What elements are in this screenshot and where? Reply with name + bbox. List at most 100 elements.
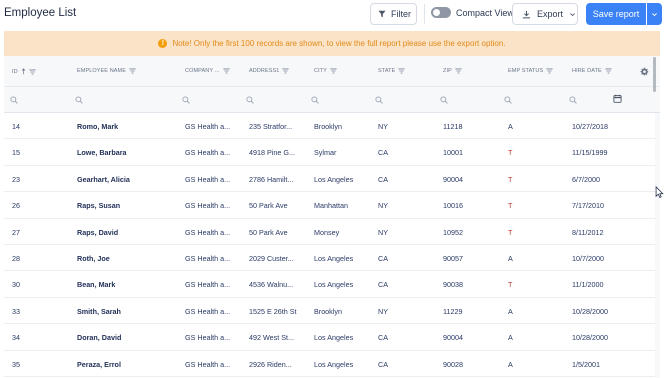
table-row[interactable]: 30 Bean, Mark GS Health a... 4536 Walnu... L… [4, 271, 655, 298]
table-row[interactable]: 14 Romo, Mark GS Health a... 235 Stratfor..… [4, 113, 655, 140]
cell-id: 26 [12, 201, 20, 211]
search-icon[interactable] [375, 96, 383, 104]
table-row[interactable]: 34 Doran, David GS Health a... 492 West St.… [4, 324, 655, 351]
cell-address1: 4536 Walnu... [249, 280, 294, 290]
compact-view-label: Compact View [456, 7, 514, 18]
column-filter-icon[interactable] [222, 68, 230, 74]
column-filter-icon[interactable] [29, 68, 36, 75]
toolbar-divider [424, 4, 425, 24]
cell-address1: 4918 Pine G... [249, 148, 295, 158]
calendar-icon[interactable] [613, 94, 622, 103]
cell-address1: 2786 Hamilt... [249, 174, 294, 184]
table-row[interactable]: 28 Roth, Joe GS Health a... 2029 Custer... L… [4, 245, 655, 272]
table-row[interactable]: 35 Peraza, Errol GS Health a... 2926 Riden.… [4, 351, 655, 377]
cell-employee-name: Gearhart, Alicia [77, 174, 130, 184]
cell-city: Los Angeles [314, 174, 354, 184]
cell-zip: 11218 [443, 122, 463, 131]
column-header-address1[interactable]: ADDRESS1 [249, 68, 290, 74]
cell-id: 35 [12, 359, 20, 369]
column-filter-icon[interactable] [330, 68, 337, 74]
cell-hire-date: 10/28/2000 [572, 306, 608, 316]
search-icon[interactable] [182, 96, 190, 104]
filter-icon [378, 10, 386, 18]
table-header-row: ID EMPLOYEE NAME COMPANY ... ADDRESS1 CI… [4, 56, 660, 87]
cell-hire-date: 8/11/2012 [572, 227, 604, 237]
search-icon[interactable] [246, 96, 254, 104]
cell-address1: 50 Park Ave [249, 227, 288, 237]
page-title: Employee List [4, 7, 77, 19]
cell-company: GS Health a... [185, 122, 231, 131]
records-limit-notice: ! Note! Only the first 100 records are s… [4, 31, 660, 56]
cell-employee-name: Peraza, Errol [77, 359, 121, 369]
cell-hire-date: 11/1/2000 [572, 280, 604, 290]
cell-emp-status: A [508, 333, 513, 343]
column-filter-icon[interactable] [546, 68, 553, 74]
cell-zip: 90004 [443, 174, 463, 184]
cell-city: Brooklyn [314, 306, 342, 316]
cell-zip: 90028 [443, 359, 463, 369]
cell-city: Los Angeles [314, 280, 354, 290]
cell-hire-date: 7/17/2010 [572, 201, 604, 211]
search-icon[interactable] [10, 96, 18, 104]
cell-state: NY [378, 122, 388, 131]
cell-state: CA [378, 148, 388, 158]
cell-company: GS Health a... [185, 280, 231, 290]
search-icon[interactable] [440, 96, 448, 104]
sort-up-icon[interactable] [21, 68, 26, 75]
cell-state: CA [378, 254, 388, 263]
column-header-zip[interactable]: ZIP [443, 68, 462, 74]
export-button-label: Export [537, 9, 564, 19]
cell-hire-date: 6/7/2000 [572, 174, 600, 184]
column-filter-icon[interactable] [282, 68, 290, 74]
vertical-scrollbar-thumb[interactable] [653, 57, 656, 92]
cell-state: NY [378, 227, 388, 237]
search-icon[interactable] [504, 96, 512, 104]
table-row[interactable]: 33 Smith, Sarah GS Health a... 1525 E 26th … [4, 298, 655, 325]
table-row[interactable]: 15 Lowe, Barbara GS Health a... 4918 Pine G… [4, 139, 655, 166]
cell-emp-status: A [508, 359, 513, 369]
cell-emp-status: A [508, 122, 513, 131]
cell-emp-status: A [508, 306, 513, 316]
filter-button[interactable]: Filter [370, 3, 417, 25]
search-icon[interactable] [569, 96, 577, 104]
notice-text: Note! Only the first 100 records are sho… [172, 39, 506, 48]
column-header-employee-name[interactable]: EMPLOYEE NAME [77, 68, 136, 74]
cell-zip: 90057 [443, 254, 463, 263]
employee-table: ID EMPLOYEE NAME COMPANY ... ADDRESS1 CI… [4, 56, 660, 378]
column-header-company[interactable]: COMPANY ... [185, 68, 230, 74]
export-button[interactable]: Export [512, 3, 578, 25]
toggle-switch[interactable] [431, 7, 451, 18]
save-report-menu-button[interactable] [647, 3, 662, 25]
cell-zip: 90004 [443, 333, 463, 343]
cell-company: GS Health a... [185, 201, 231, 211]
settings-gear-icon[interactable] [640, 67, 649, 76]
download-icon [522, 10, 531, 18]
cell-address1: 2029 Custer... [249, 254, 294, 263]
column-header-state[interactable]: STATE [378, 68, 406, 74]
table-row[interactable]: 26 Raps, Susan GS Health a... 50 Park Ave Ma… [4, 192, 655, 219]
cell-employee-name: Roth, Joe [77, 254, 110, 263]
column-header-city[interactable]: CITY [314, 68, 337, 74]
table-row[interactable]: 23 Gearhart, Alicia GS Health a... 2786 Ham… [4, 166, 655, 193]
column-header-id[interactable]: ID [12, 68, 36, 75]
column-header-hire-date[interactable]: HIRE DATE [572, 68, 612, 74]
column-filter-icon[interactable] [398, 68, 406, 74]
column-filter-row [4, 87, 660, 113]
cell-state: NY [378, 306, 388, 316]
cell-id: 30 [12, 280, 20, 290]
column-filter-icon[interactable] [455, 68, 462, 74]
table-row[interactable]: 27 Raps, David GS Health a... 50 Park Ave Mo… [4, 219, 655, 245]
cell-address1: 1525 E 26th St [249, 306, 297, 316]
search-icon[interactable] [75, 96, 83, 104]
cell-address1: 492 West St... [249, 333, 295, 343]
cell-zip: 10016 [443, 201, 463, 211]
column-filter-icon[interactable] [129, 68, 136, 74]
save-report-button[interactable]: Save report [586, 3, 646, 25]
cell-employee-name: Raps, David [77, 227, 119, 237]
search-icon[interactable] [311, 96, 319, 104]
compact-view-toggle[interactable]: Compact View [431, 7, 514, 18]
column-header-emp-status[interactable]: EMP STATUS [508, 68, 553, 74]
column-filter-icon[interactable] [605, 68, 612, 74]
cell-company: GS Health a... [185, 148, 231, 158]
mouse-cursor-icon [655, 186, 664, 198]
